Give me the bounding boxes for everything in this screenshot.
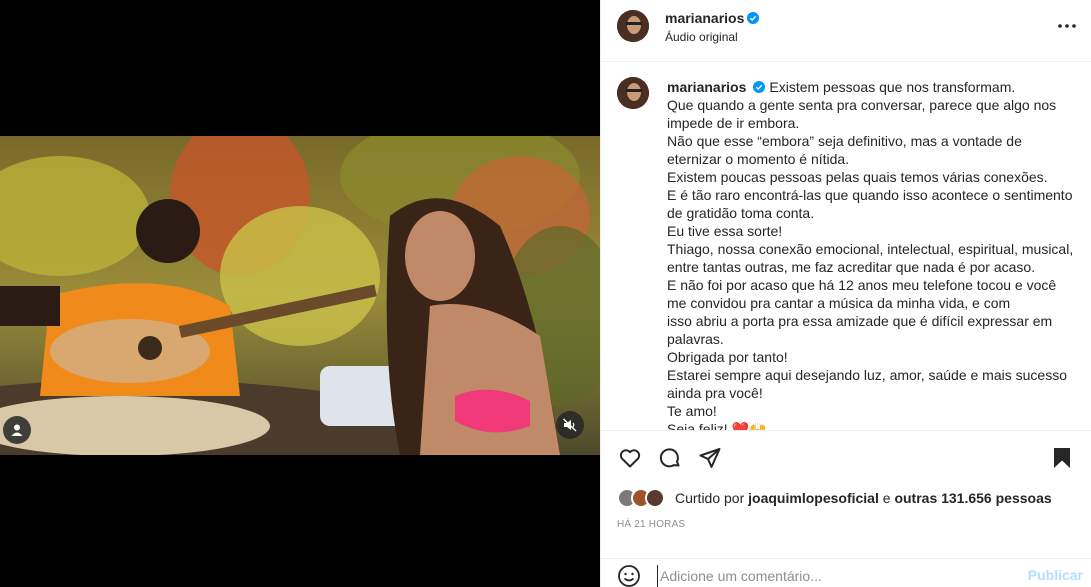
caption-line: isso abriu a porta pra essa amizade que … <box>667 313 1053 329</box>
caption-line: Te amo! <box>667 403 717 419</box>
post-header: marianarios Áudio original <box>601 0 1091 62</box>
share-button[interactable] <box>697 445 723 471</box>
like-button[interactable] <box>617 445 643 471</box>
heart-icon <box>619 449 641 468</box>
caption-line: eternizar o momento é nítida. <box>667 151 850 167</box>
paper-plane-icon <box>699 448 721 468</box>
caption-line: E não foi por acaso que há 12 anos meu t… <box>667 277 1057 293</box>
likes-connector: e <box>882 490 891 506</box>
caption-line: Eu tive essa sorte! <box>667 223 783 239</box>
video-player[interactable] <box>0 136 600 455</box>
publish-comment-button[interactable]: Publicar <box>1028 567 1083 583</box>
caption-line: me convidou pra cantar a música da minha… <box>667 295 1011 311</box>
caption-line: Não que esse “embora” seja definitivo, m… <box>667 133 1022 149</box>
more-options-icon <box>1058 24 1076 28</box>
caption-line: impede de ir embora. <box>667 115 800 131</box>
caption-line: Seja feliz! ❤️🙌 <box>667 421 767 430</box>
caption-line: Existem pessoas que nos transformam. <box>769 79 1016 95</box>
caption-line: entre tantas outras, me faz acreditar qu… <box>667 259 1036 275</box>
likes-summary: Curtido por joaquimlopesoficial e outras… <box>617 488 1052 508</box>
more-options-button[interactable] <box>1053 14 1081 38</box>
caption-first-line: marianarios Existem pessoas que nos trans… <box>667 78 1077 96</box>
user-tag-icon <box>11 424 23 436</box>
post-side-panel: marianarios Áudio original marianarios Ex… <box>600 0 1091 587</box>
caption-line: Thiago, nossa conexão emocional, intelec… <box>667 241 1074 257</box>
post-caption: marianarios Existem pessoas que nos trans… <box>667 78 1077 430</box>
user-tag-button[interactable] <box>3 416 31 444</box>
caption-line: E é tão raro encontrá-las que quando iss… <box>667 187 1073 203</box>
verified-badge-icon <box>747 12 760 24</box>
caption-line: ainda pra você! <box>667 385 763 401</box>
caption-line: Estarei sempre aqui desejando luz, amor,… <box>667 367 1067 383</box>
mute-button[interactable] <box>556 411 584 439</box>
comment-input[interactable] <box>657 565 1017 587</box>
comment-bubble-icon <box>659 448 680 468</box>
caption-line: palavras. <box>667 331 724 347</box>
avatar-image <box>617 10 649 42</box>
post-actions: Curtido por joaquimlopesoficial e outras… <box>601 430 1091 587</box>
likes-count-link[interactable]: outras 131.656 pessoas <box>894 490 1051 506</box>
author-avatar[interactable] <box>617 10 649 42</box>
audio-label[interactable]: Áudio original <box>665 30 738 44</box>
liker-avatar <box>645 488 665 508</box>
liker-username-link[interactable]: joaquimlopesoficial <box>748 490 879 506</box>
video-frame <box>0 136 600 455</box>
caption-username[interactable]: marianarios <box>667 79 746 95</box>
avatar-image <box>617 77 649 109</box>
smiley-icon <box>618 565 640 587</box>
liker-avatars[interactable] <box>617 488 673 508</box>
comment-button[interactable] <box>657 445 683 471</box>
caption-line: Obrigada por tanto! <box>667 349 788 365</box>
likes-prefix: Curtido por <box>675 490 745 506</box>
author-username[interactable]: marianarios <box>665 10 744 26</box>
author-name-row: marianarios <box>665 10 760 28</box>
caption-author-avatar[interactable] <box>617 77 649 109</box>
emoji-button[interactable] <box>616 563 642 587</box>
caption-line: Que quando a gente senta pra conversar, … <box>667 97 1057 113</box>
caption-line: de gratidão toma conta. <box>667 205 815 221</box>
caption-area: marianarios Existem pessoas que nos trans… <box>601 63 1091 430</box>
post-timestamp[interactable]: HÁ 21 HORAS <box>617 519 685 530</box>
verified-badge-icon <box>753 81 766 93</box>
save-button[interactable] <box>1049 445 1075 471</box>
caption-line: Existem poucas pessoas pelas quais temos… <box>667 169 1048 185</box>
comment-bar: Publicar <box>601 558 1091 587</box>
likes-text: Curtido por joaquimlopesoficial e outras… <box>675 490 1052 506</box>
speaker-muted-icon <box>562 418 577 432</box>
media-pane <box>0 0 600 587</box>
bookmark-icon <box>1054 448 1070 468</box>
